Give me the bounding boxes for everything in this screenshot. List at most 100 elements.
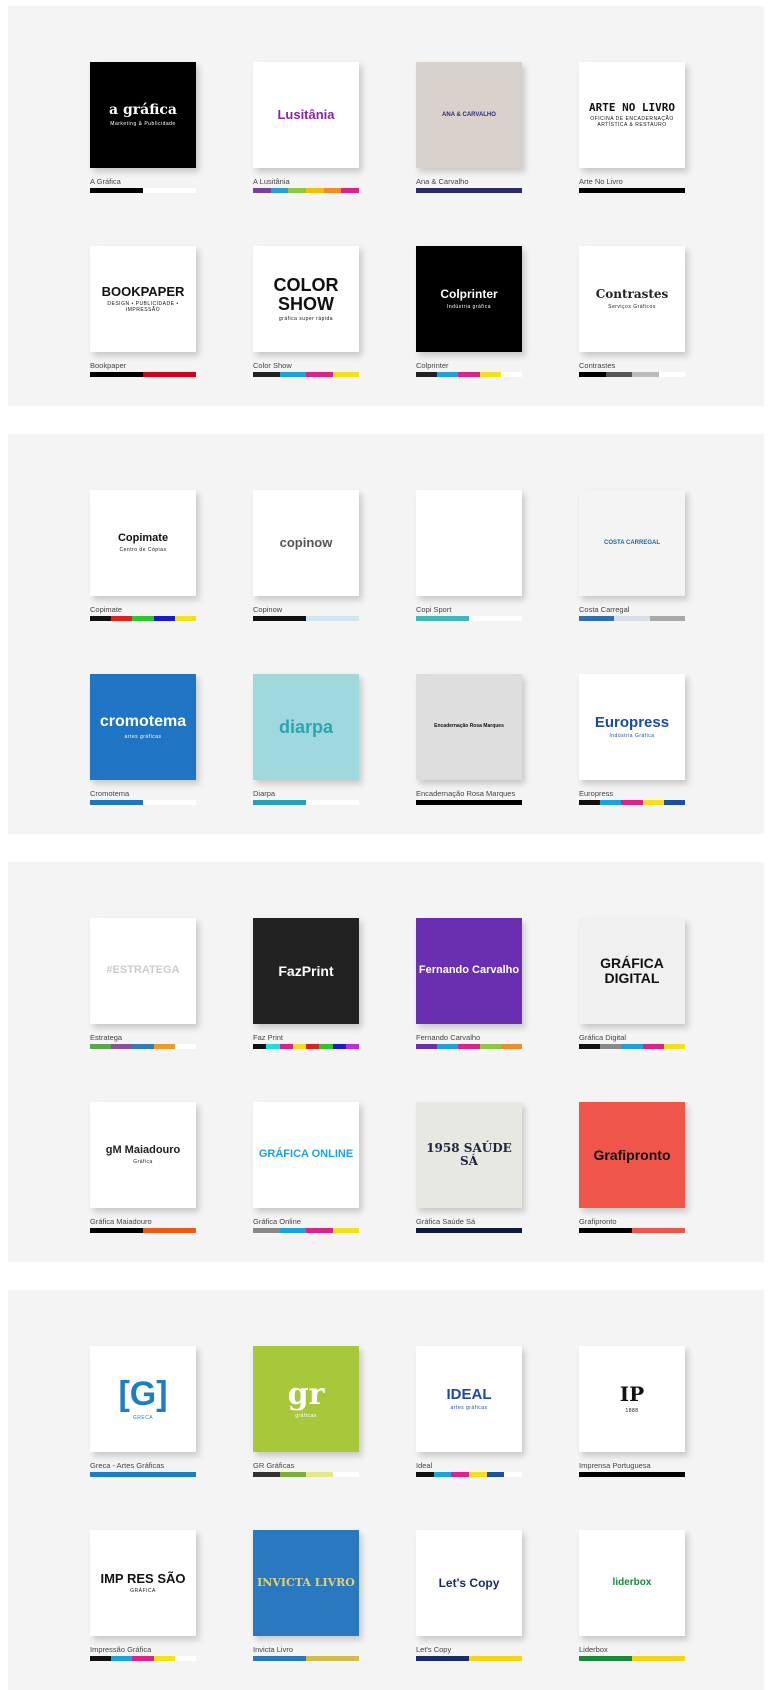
client-logo[interactable]: COPI SPORT bbox=[416, 490, 522, 596]
client-logo[interactable]: [G] GRECA bbox=[90, 1346, 196, 1452]
logo-wordmark-text: IMP RES SÃO bbox=[100, 1570, 186, 1586]
client-logo[interactable]: 1958 SAÚDE SÁ bbox=[416, 1102, 522, 1208]
client-logo[interactable]: Copimate Centro de Cópias bbox=[90, 490, 196, 596]
client-logo[interactable]: Lusitânia bbox=[253, 62, 359, 168]
client-name: A Lusitânia bbox=[253, 177, 290, 186]
logo-wordmark-text: IDEAL bbox=[446, 1385, 492, 1403]
palette-swatch bbox=[132, 1656, 154, 1661]
client-logo[interactable]: copinow bbox=[253, 490, 359, 596]
palette-swatch bbox=[642, 800, 664, 805]
client-name: Colprinter bbox=[416, 361, 449, 370]
client-logo[interactable]: Contrastes Serviços Gráficos bbox=[579, 246, 685, 352]
client-logo[interactable]: Colprinter Indústria gráfica bbox=[416, 246, 522, 352]
logo-wordmark-text: gr bbox=[287, 1376, 325, 1412]
color-palette-bar bbox=[90, 1472, 196, 1477]
palette-swatch bbox=[469, 616, 522, 621]
client-logo-wordmark: GRÁFICA ONLINE bbox=[259, 1149, 353, 1161]
color-palette-bar bbox=[579, 1228, 685, 1233]
palette-swatch bbox=[90, 1044, 112, 1049]
logo-tagline-text: artes gráficas bbox=[124, 733, 162, 740]
color-palette-bar bbox=[416, 800, 522, 805]
logo-wordmark-text: #ESTRATEGA bbox=[106, 964, 180, 977]
palette-swatch bbox=[416, 1044, 438, 1049]
client-logo-wordmark: liderbox bbox=[613, 1577, 652, 1589]
client-logo[interactable]: INVICTA LIVRO bbox=[253, 1530, 359, 1636]
client-logo[interactable]: BOOKPAPER DESIGN • PUBLICIDADE • IMPRESSÃ… bbox=[90, 246, 196, 352]
palette-swatch bbox=[153, 1656, 175, 1661]
client-logo[interactable]: gM Maiadouro Gráfica bbox=[90, 1102, 196, 1208]
client-name: Europress bbox=[579, 789, 614, 798]
client-name: Gráfica Saúde Sá bbox=[416, 1217, 476, 1226]
client-name: Let's Copy bbox=[416, 1645, 452, 1654]
client-logo[interactable]: FazPrint bbox=[253, 918, 359, 1024]
client-logo[interactable]: ANA & CARVALHO bbox=[416, 62, 522, 168]
palette-swatch bbox=[479, 1044, 501, 1049]
palette-swatch bbox=[458, 372, 480, 377]
client-logo[interactable]: GRÁFICA ONLINE bbox=[253, 1102, 359, 1208]
palette-swatch bbox=[253, 188, 271, 193]
client-logo[interactable]: IP 1888 bbox=[579, 1346, 685, 1452]
client-logo-wordmark: COSTA CARREGAL bbox=[604, 540, 660, 546]
client-logo-wordmark: COLOR SHOW gráfica super rápida bbox=[253, 274, 359, 322]
client-logo[interactable]: Let's Copy bbox=[416, 1530, 522, 1636]
palette-swatch bbox=[486, 1472, 505, 1477]
logo-wordmark-text: COLOR SHOW bbox=[273, 274, 339, 314]
palette-swatch bbox=[90, 188, 143, 193]
client-logo-wordmark: BOOKPAPER DESIGN • PUBLICIDADE • IMPRESSÃ… bbox=[90, 285, 196, 314]
color-palette-bar bbox=[416, 1228, 522, 1233]
logo-wordmark-text: Fernando Carvalho bbox=[418, 964, 520, 977]
client-logo[interactable]: COLOR SHOW gráfica super rápida bbox=[253, 246, 359, 352]
palette-swatch bbox=[174, 616, 197, 621]
logo-wordmark-text: Copimate bbox=[117, 531, 169, 544]
logo-tagline-text: Centro de Cópias bbox=[119, 547, 167, 554]
client-logo[interactable]: ARTE NO LIVRO OFICINA DE ENCADERNAÇÃO ART… bbox=[579, 62, 685, 168]
client-logo[interactable]: IDEAL artes gráficas bbox=[416, 1346, 522, 1452]
client-logo[interactable]: Encadernação Rosa Marques bbox=[416, 674, 522, 780]
palette-swatch bbox=[306, 1472, 333, 1477]
palette-swatch bbox=[132, 1044, 154, 1049]
logo-tagline-text: Indústria Gráfica bbox=[609, 733, 655, 740]
client-logo[interactable]: COSTA CARREGAL bbox=[579, 490, 685, 596]
client-logo-wordmark: Colprinter Indústria gráfica bbox=[440, 288, 497, 310]
logo-tagline-text: 1888 bbox=[625, 1408, 639, 1414]
logo-wordmark-text: [G] bbox=[118, 1374, 168, 1413]
client-logo[interactable]: a gráfica Marketing & Publicidade bbox=[90, 62, 196, 168]
color-palette-bar bbox=[90, 1228, 196, 1233]
client-logo[interactable]: Europress Indústria Gráfica bbox=[579, 674, 685, 780]
palette-swatch bbox=[143, 1228, 196, 1233]
palette-swatch bbox=[306, 800, 359, 805]
client-name: Ana & Carvalho bbox=[416, 177, 469, 186]
client-logo[interactable]: #ESTRATEGA bbox=[90, 918, 196, 1024]
color-palette-bar bbox=[579, 188, 685, 193]
color-palette-bar bbox=[90, 800, 196, 805]
client-logo[interactable]: gr gráficas bbox=[253, 1346, 359, 1452]
palette-swatch bbox=[90, 800, 143, 805]
client-logo[interactable]: Grafipronto bbox=[579, 1102, 685, 1208]
palette-swatch bbox=[579, 1228, 632, 1233]
client-logo[interactable]: cromotema artes gráficas bbox=[90, 674, 196, 780]
logo-wordmark-text: Europress bbox=[594, 713, 670, 731]
color-palette-bar bbox=[90, 616, 197, 621]
client-name: Arte No Livro bbox=[579, 177, 623, 186]
palette-swatch bbox=[416, 800, 522, 805]
client-name: Gráfica Online bbox=[253, 1217, 301, 1226]
palette-swatch bbox=[332, 1228, 359, 1233]
palette-swatch bbox=[579, 616, 615, 621]
logo-wordmark-text: gM Maiadouro bbox=[105, 1143, 181, 1156]
palette-swatch bbox=[579, 1044, 601, 1049]
client-logo-wordmark: cromotema artes gráficas bbox=[100, 713, 186, 740]
client-logo[interactable]: Fernando Carvalho bbox=[416, 918, 522, 1024]
palette-swatch bbox=[579, 800, 601, 805]
palette-swatch bbox=[458, 1044, 480, 1049]
palette-swatch bbox=[132, 616, 154, 621]
client-logo[interactable]: IMP RES SÃO GRÁFICA bbox=[90, 1530, 196, 1636]
client-logo[interactable]: liderbox bbox=[579, 1530, 685, 1636]
client-logo[interactable]: GRÁFICA DIGITAL bbox=[579, 918, 685, 1024]
color-palette-bar bbox=[416, 1044, 523, 1049]
client-logo[interactable]: diarpa bbox=[253, 674, 359, 780]
color-palette-bar bbox=[416, 372, 523, 377]
palette-swatch bbox=[90, 616, 112, 621]
logo-tagline-text: Serviços Gráficos bbox=[608, 303, 656, 310]
palette-swatch bbox=[279, 372, 306, 377]
palette-swatch bbox=[416, 1472, 434, 1477]
